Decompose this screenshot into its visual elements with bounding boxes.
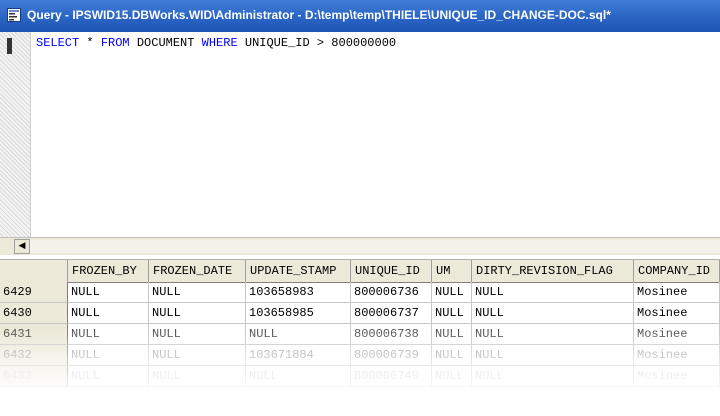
row-number[interactable]: 6433 (0, 366, 68, 387)
table-cell[interactable]: Mosinee (634, 366, 720, 387)
table-row[interactable]: 6433 NULL NULL NULL 800006740 NULL NULL Mosinee (0, 366, 720, 387)
row-number[interactable]: 6432 (0, 345, 68, 366)
window-title: Query - IPSWID15.DBWorks.WID\Administrat… (27, 8, 611, 22)
editor-gutter (0, 32, 31, 237)
table-cell[interactable]: 103671884 (246, 345, 351, 366)
table-cell[interactable]: NULL (149, 324, 246, 345)
table-cell[interactable]: Mosinee (634, 345, 720, 366)
results-grid[interactable]: FROZEN_BY FROZEN_DATE UPDATE_STAMP UNIQUE_I… (0, 255, 720, 416)
sql-keyword-where: WHERE (201, 36, 238, 50)
table-cell[interactable]: NULL (432, 282, 472, 303)
sql-star: * (79, 36, 101, 50)
table-cell[interactable]: NULL (246, 366, 351, 387)
table-cell[interactable]: NULL (149, 366, 246, 387)
row-number[interactable]: 6430 (0, 303, 68, 324)
table-cell[interactable]: Mosinee (634, 282, 720, 303)
table-cell[interactable]: Mosinee (634, 324, 720, 345)
table-cell[interactable]: 103658985 (246, 303, 351, 324)
row-number[interactable]: 6431 (0, 324, 68, 345)
window-titlebar[interactable]: Query - IPSWID15.DBWorks.WID\Administrat… (0, 0, 720, 32)
table-cell[interactable]: NULL (472, 282, 634, 303)
column-header-dirty-revision-flag[interactable]: DIRTY_REVISION_FLAG (472, 260, 634, 282)
sql-query-text[interactable]: SELECT * FROM DOCUMENT WHERE UNIQUE_ID >… (36, 36, 396, 50)
table-cell[interactable]: NULL (246, 324, 351, 345)
table-cell[interactable]: NULL (68, 345, 149, 366)
sql-table: DOCUMENT (129, 36, 202, 50)
column-header-company-id[interactable]: COMPANY_ID (634, 260, 720, 282)
editor-horizontal-scrollbar[interactable]: ◀ (0, 237, 720, 255)
table-cell[interactable]: NULL (472, 345, 634, 366)
table-cell[interactable]: NULL (472, 324, 634, 345)
table-cell[interactable]: NULL (432, 324, 472, 345)
sql-condition: UNIQUE_ID > 800000000 (237, 36, 397, 50)
table-cell[interactable]: NULL (68, 366, 149, 387)
sql-editor[interactable]: SELECT * FROM DOCUMENT WHERE UNIQUE_ID >… (0, 32, 720, 255)
column-header-update-stamp[interactable]: UPDATE_STAMP (246, 260, 351, 282)
table-cell[interactable]: NULL (472, 303, 634, 324)
table-cell[interactable]: NULL (432, 366, 472, 387)
column-header-frozen-date[interactable]: FROZEN_DATE (149, 260, 246, 282)
table-cell[interactable]: 800006739 (351, 345, 432, 366)
table-cell[interactable]: NULL (68, 282, 149, 303)
table-cell[interactable]: 103658983 (246, 282, 351, 303)
column-header-um[interactable]: UM (432, 260, 472, 282)
table-cell[interactable]: NULL (149, 303, 246, 324)
table-cell[interactable]: NULL (472, 366, 634, 387)
table-cell[interactable]: 800006737 (351, 303, 432, 324)
table-cell[interactable]: 800006740 (351, 366, 432, 387)
table-cell[interactable]: NULL (68, 324, 149, 345)
table-row[interactable]: 6432 NULL NULL 103671884 800006739 NULL NULL Mo… (0, 345, 720, 366)
scroll-left-icon[interactable]: ◀ (14, 239, 30, 254)
grid-header: FROZEN_BY FROZEN_DATE UPDATE_STAMP UNIQUE_I… (0, 259, 720, 283)
table-cell[interactable]: NULL (432, 303, 472, 324)
grid-corner[interactable] (0, 260, 68, 282)
table-cell[interactable]: 800006738 (351, 324, 432, 345)
table-cell[interactable]: NULL (149, 345, 246, 366)
table-cell[interactable]: 800006736 (351, 282, 432, 303)
sql-keyword-from: FROM (100, 36, 130, 50)
table-row[interactable]: 6431 NULL NULL NULL 800006738 NULL NULL Mosinee (0, 324, 720, 345)
line-marker (7, 38, 12, 54)
query-window-icon (7, 8, 21, 22)
table-row[interactable]: 6429 NULL NULL 103658983 800006736 NULL NULL Mo… (0, 282, 720, 303)
table-cell[interactable]: Mosinee (634, 303, 720, 324)
column-header-frozen-by[interactable]: FROZEN_BY (68, 260, 149, 282)
table-cell[interactable]: NULL (149, 282, 246, 303)
table-cell[interactable]: NULL (432, 345, 472, 366)
sql-keyword-select: SELECT (36, 36, 80, 50)
row-number[interactable]: 6429 (0, 282, 68, 303)
scroll-track[interactable] (30, 240, 720, 253)
table-row[interactable]: 6430 NULL NULL 103658985 800006737 NULL NULL Mo… (0, 303, 720, 324)
column-header-unique-id[interactable]: UNIQUE_ID (351, 260, 432, 282)
table-cell[interactable]: NULL (68, 303, 149, 324)
